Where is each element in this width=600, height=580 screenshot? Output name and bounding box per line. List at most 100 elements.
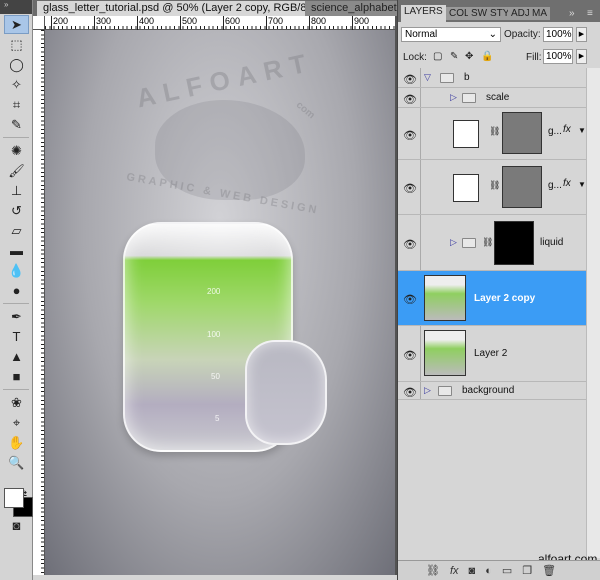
fx-icon[interactable]: fx <box>563 178 571 189</box>
layer-row-background[interactable]: 👁 ▷ background <box>398 382 586 400</box>
tab-glass-letter[interactable]: glass_letter_tutorial.psd @ 50% (Layer 2… <box>37 1 335 16</box>
expand-triangle-icon[interactable]: ▽ <box>424 72 431 83</box>
quick-mask-icon[interactable]: ◙ <box>4 516 29 535</box>
visibility-eye-icon[interactable]: 👁 <box>403 182 417 195</box>
delete-layer-icon[interactable]: 🗑 <box>542 564 556 577</box>
lock-transparency-icon[interactable]: ▢ <box>433 51 442 62</box>
pen-tool[interactable]: ✒ <box>4 307 29 326</box>
status-bar <box>33 575 397 580</box>
mask-thumbnail <box>502 166 542 208</box>
new-group-icon[interactable]: ▭ <box>502 564 512 577</box>
collapse-triangle-icon[interactable]: ▷ <box>424 385 431 396</box>
folder-icon <box>438 385 452 396</box>
healing-tool[interactable]: ✺ <box>4 141 29 160</box>
lock-all-icon[interactable]: 🔒 <box>481 51 493 62</box>
marquee-tool[interactable]: ⬚ <box>4 35 29 54</box>
layer-row-g-1[interactable]: 👁 ⛓ g... fx ▼ <box>398 108 586 160</box>
visibility-eye-icon[interactable]: 👁 <box>403 238 417 251</box>
ruler-tick: 400 <box>137 16 154 30</box>
layers-list: 👁 ▽ b 👁 ▷ scale 👁 ⛓ g... fx ▼ 👁 ⛓ g... f… <box>398 68 586 400</box>
visibility-eye-icon[interactable]: 👁 <box>403 73 417 86</box>
fill-input[interactable]: 100% <box>543 49 573 64</box>
path-select-tool[interactable]: ▲ <box>4 347 29 366</box>
layers-scrollbar[interactable] <box>586 68 600 558</box>
document-canvas[interactable]: ALFOART com GRAPHIC & WEB DESIGN 200 100… <box>45 30 395 575</box>
expand-effects-icon[interactable]: ▼ <box>578 126 586 135</box>
layer-row-layer-2-copy[interactable]: 👁 Layer 2 copy <box>398 271 586 326</box>
eyedropper-tool[interactable]: ✎ <box>4 115 29 134</box>
layer-row-scale[interactable]: 👁 ▷ scale <box>398 88 586 108</box>
vertical-ruler[interactable] <box>33 30 45 575</box>
ruler-tick: 200 <box>51 16 68 30</box>
type-tool[interactable]: T <box>4 327 29 346</box>
hand-tool[interactable]: ✋ <box>4 433 29 452</box>
gradient-tool[interactable]: ▬ <box>4 241 29 260</box>
collapse-triangle-icon[interactable]: ▷ <box>450 237 457 248</box>
panel-grip[interactable]: » <box>0 0 32 14</box>
layer-row-layer-2[interactable]: 👁 Layer 2 <box>398 326 586 382</box>
layer-row-b[interactable]: 👁 ▽ b <box>398 68 586 88</box>
horizontal-ruler[interactable]: 200 300 400 500 600 700 800 900 <box>45 16 395 30</box>
dodge-tool[interactable]: ● <box>4 281 29 300</box>
expand-effects-icon[interactable]: ▼ <box>578 180 586 189</box>
visibility-eye-icon[interactable]: 👁 <box>403 386 417 399</box>
blur-tool[interactable]: 💧 <box>4 261 29 280</box>
folder-icon <box>462 237 476 248</box>
tab-science-alphabet[interactable]: science_alphabet... <box>305 1 397 16</box>
tab-layers[interactable]: LAYERS <box>401 5 446 22</box>
new-layer-icon[interactable]: ❐ <box>522 564 532 577</box>
ruler-tick: 500 <box>180 16 197 30</box>
alfoart-watermark: ALFOART com GRAPHIC & WEB DESIGN <box>125 46 321 217</box>
tab-masks[interactable]: MA <box>529 7 550 20</box>
panel-options-icon[interactable]: ≡ <box>584 7 596 20</box>
visibility-eye-icon[interactable]: 👁 <box>403 293 417 306</box>
eraser-tool[interactable]: ▱ <box>4 221 29 240</box>
move-tool[interactable]: ➤ <box>4 15 29 34</box>
mask-thumbnail <box>494 221 534 265</box>
opacity-slider-button[interactable]: ▶ <box>576 27 587 42</box>
layer-thumbnail <box>424 275 466 321</box>
lock-pixels-icon[interactable]: ✎ <box>450 51 458 62</box>
collapse-triangle-icon[interactable]: ▷ <box>450 92 457 103</box>
blend-mode-select[interactable]: Normal ⌄ <box>401 27 501 42</box>
layer-thumbnail <box>453 174 479 202</box>
zoom-tool[interactable]: 🔍 <box>4 453 29 472</box>
layers-bottom-bar: ⛓ fx ◙ ◐ ▭ ❐ 🗑 <box>398 560 600 580</box>
tools-panel: » ➤ ⬚ ◯ ✧ ⌗ ✎ ✺ 🖌 ⊥ ↺ ▱ ▬ 💧 ● ✒ T ▲ ■ ❀ … <box>0 0 33 580</box>
stamp-tool[interactable]: ⊥ <box>4 181 29 200</box>
chevron-down-icon: ⌄ <box>488 29 497 40</box>
opacity-input[interactable]: 100% <box>543 27 573 42</box>
foreground-color-swatch[interactable] <box>4 488 24 508</box>
shape-tool[interactable]: ■ <box>4 367 29 386</box>
ruler-tick: 600 <box>223 16 240 30</box>
visibility-eye-icon[interactable]: 👁 <box>403 349 417 362</box>
fill-slider-button[interactable]: ▶ <box>576 49 587 64</box>
layers-panel: LAYERS COL SW STY ADJ MA » ≡ Normal ⌄ Opa… <box>397 0 600 580</box>
magic-wand-tool[interactable]: ✧ <box>4 75 29 94</box>
link-icon: ⛓ <box>489 126 501 136</box>
mask-thumbnail <box>502 112 542 154</box>
history-brush-tool[interactable]: ↺ <box>4 201 29 220</box>
adjustment-layer-icon[interactable]: ◐ <box>485 565 492 577</box>
layer-row-g-2[interactable]: 👁 ⛓ g... fx ▼ <box>398 160 586 215</box>
brush-tool[interactable]: 🖌 <box>4 161 29 180</box>
glass-letter-bowl <box>245 340 327 445</box>
lasso-tool[interactable]: ◯ <box>4 55 29 74</box>
visibility-eye-icon[interactable]: 👁 <box>403 129 417 142</box>
3d-orbit-tool[interactable]: ⌖ <box>4 413 29 432</box>
layer-row-liquid[interactable]: 👁 ▷ ⛓ liquid <box>398 215 586 271</box>
panel-menu-icon[interactable]: » <box>566 7 578 20</box>
3d-rotate-tool[interactable]: ❀ <box>4 393 29 412</box>
add-style-icon[interactable]: fx <box>450 565 459 577</box>
fx-icon[interactable]: fx <box>563 124 571 135</box>
visibility-eye-icon[interactable]: 👁 <box>403 93 417 106</box>
lock-position-icon[interactable]: ✥ <box>465 51 473 62</box>
add-mask-icon[interactable]: ◙ <box>469 565 476 577</box>
layer-thumbnail <box>424 330 466 376</box>
document-tabs: glass_letter_tutorial.psd @ 50% (Layer 2… <box>33 0 397 16</box>
link-layers-icon[interactable]: ⛓ <box>426 564 440 577</box>
crop-tool[interactable]: ⌗ <box>4 95 29 114</box>
ruler-origin[interactable] <box>33 16 45 30</box>
scale-mark: 200 <box>207 287 221 296</box>
layer-thumbnail <box>453 120 479 148</box>
